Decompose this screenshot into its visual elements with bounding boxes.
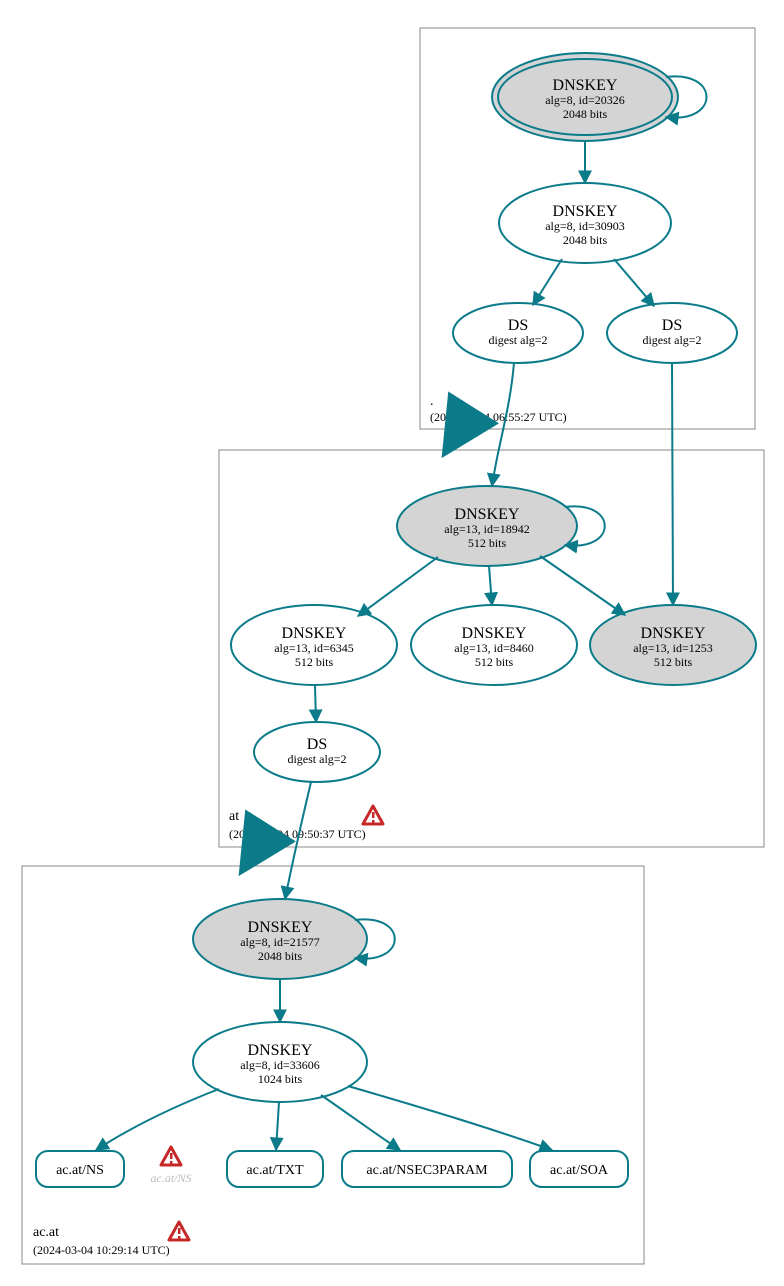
node-ds-left: DS digest alg=2: [453, 303, 583, 363]
text: ac.at/TXT: [246, 1163, 304, 1178]
text: alg=13, id=8460: [454, 641, 534, 655]
text: 512 bits: [468, 536, 507, 550]
text: alg=8, id=21577: [240, 935, 320, 949]
text: alg=13, id=18942: [444, 522, 530, 536]
text: DNSKEY: [282, 625, 347, 642]
warning-icon: [161, 1147, 181, 1165]
edge-zone-at-to-acat: [245, 847, 257, 866]
edge-zsk-nsec: [321, 1095, 400, 1150]
text: DNSKEY: [455, 506, 520, 523]
text: DNSKEY: [553, 77, 618, 94]
edge-atksk-zsk3: [540, 556, 625, 615]
node-acat-ksk: DNSKEY alg=8, id=21577 2048 bits: [193, 899, 367, 979]
dnssec-diagram: DNSKEY alg=8, id=20326 2048 bits DNSKEY …: [0, 0, 784, 1286]
edge-zsk-soa: [348, 1086, 552, 1150]
text: 2048 bits: [258, 949, 303, 963]
text: DNSKEY: [248, 1042, 313, 1059]
node-rec-txt: ac.at/TXT: [227, 1151, 323, 1187]
text: ac.at/NS: [56, 1163, 104, 1178]
node-at-ds: DS digest alg=2: [254, 722, 380, 782]
edge-rootzsk-ds2: [614, 259, 654, 306]
edge-atksk-zsk2: [489, 566, 492, 605]
edge-zone-root-to-at: [448, 429, 460, 448]
node-at-ksk: DNSKEY alg=13, id=18942 512 bits: [397, 486, 577, 566]
node-root-ksk: DNSKEY alg=8, id=20326 2048 bits: [492, 53, 678, 141]
warning-icon: [363, 806, 383, 824]
edge-atksk-zsk1: [358, 557, 438, 616]
text: ac.at/NSEC3PARAM: [366, 1163, 488, 1178]
text: alg=8, id=30903: [545, 219, 625, 233]
edge-atzsk1-atds: [315, 685, 316, 722]
node-rec-ns: ac.at/NS: [36, 1151, 124, 1187]
text: alg=13, id=1253: [633, 641, 713, 655]
text: DS: [662, 317, 682, 334]
warning-icon: [169, 1222, 189, 1240]
text: ac.at/SOA: [550, 1163, 609, 1178]
node-rec-soa: ac.at/SOA: [530, 1151, 628, 1187]
text: DS: [307, 736, 327, 753]
zone-acat-label: ac.at: [33, 1225, 59, 1240]
text: 2048 bits: [563, 107, 608, 121]
node-rec-nsec3param: ac.at/NSEC3PARAM: [342, 1151, 512, 1187]
text: digest alg=2: [642, 333, 701, 347]
text: digest alg=2: [488, 333, 547, 347]
text: DNSKEY: [462, 625, 527, 642]
text: alg=13, id=6345: [274, 641, 354, 655]
text: 512 bits: [295, 655, 334, 669]
text: DNSKEY: [248, 919, 313, 936]
node-ds-right: DS digest alg=2: [607, 303, 737, 363]
node-at-zsk1: DNSKEY alg=13, id=6345 512 bits: [231, 605, 397, 685]
edge-zsk-txt: [276, 1102, 279, 1150]
text: 1024 bits: [258, 1072, 303, 1086]
text: DS: [508, 317, 528, 334]
edge-ds2-atzsk3: [672, 363, 673, 605]
text: digest alg=2: [287, 752, 346, 766]
text: 512 bits: [654, 655, 693, 669]
text: 512 bits: [475, 655, 514, 669]
node-at-zsk3: DNSKEY alg=13, id=1253 512 bits: [590, 605, 756, 685]
node-root-zsk: DNSKEY alg=8, id=30903 2048 bits: [499, 183, 671, 263]
edge-zsk-ns: [96, 1089, 219, 1150]
zone-at-label: at: [229, 809, 239, 824]
text: 2048 bits: [563, 233, 608, 247]
text: DNSKEY: [641, 625, 706, 642]
node-rec-ns-ghost: ac.at/NS: [151, 1171, 192, 1185]
zone-root-label: .: [430, 394, 434, 409]
text: alg=8, id=33606: [240, 1058, 320, 1072]
node-at-zsk2: DNSKEY alg=13, id=8460 512 bits: [411, 605, 577, 685]
zone-root-timestamp: (2024-03-04 06:55:27 UTC): [430, 410, 567, 424]
text: DNSKEY: [553, 203, 618, 220]
text: alg=8, id=20326: [545, 93, 625, 107]
zone-acat-timestamp: (2024-03-04 10:29:14 UTC): [33, 1243, 170, 1257]
edge-rootzsk-ds1: [533, 259, 562, 305]
edge-ds1-atksk: [492, 363, 514, 486]
